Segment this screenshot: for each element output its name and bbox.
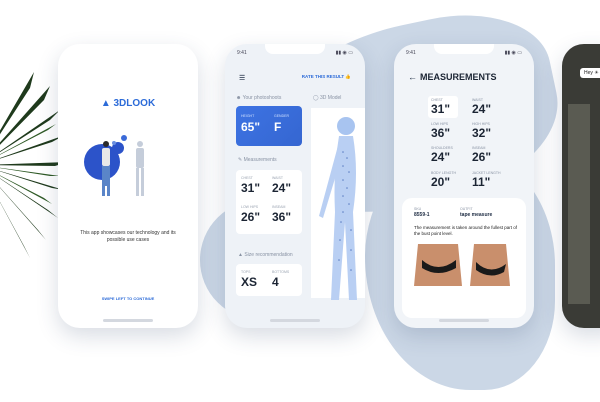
- intro-description: This app showcases our technology and it…: [80, 230, 176, 243]
- ruler-icon: ✎: [238, 157, 243, 163]
- greeting-bubble: Hey ☀: [580, 68, 600, 78]
- size-recommendation-label: ▲ Size recommendation: [238, 252, 293, 258]
- menu-icon[interactable]: ☰: [239, 74, 245, 82]
- 3d-body-model: [319, 117, 357, 300]
- home-indicator: [270, 319, 320, 322]
- phone-notch: [98, 44, 158, 54]
- signal-battery-icon: ▮▮ ◉ ▭: [504, 50, 522, 56]
- bust-measurement-photos: [414, 244, 510, 286]
- photoshoots-label: ☻ Your photoshoots: [236, 95, 282, 101]
- thumbs-up-icon: 👍: [345, 74, 351, 79]
- page-title: MEASUREMENTS: [420, 72, 497, 82]
- home-indicator: [103, 319, 153, 322]
- swipe-hint[interactable]: SWIPE LEFT TO CONTINUE: [58, 296, 198, 301]
- logo-icon: ▲: [100, 98, 111, 109]
- phone-camera-screen: Hey ☀: [562, 44, 600, 328]
- size-card[interactable]: TOPS XS BOTTOMS 4: [236, 264, 302, 296]
- signal-battery-icon: ▮▮ ◉ ▭: [335, 50, 353, 56]
- home-indicator: [439, 319, 489, 322]
- rate-result-button[interactable]: RATE THIS RESULT 👍: [302, 74, 351, 80]
- status-bar: 9:41 ▮▮ ◉ ▭: [237, 50, 353, 56]
- back-arrow-icon[interactable]: ←: [408, 72, 417, 82]
- measurements-card[interactable]: CHEST 31" WAIST 24" LOW HIPS 26" INSEAM …: [236, 170, 302, 234]
- height-gender-card[interactable]: HEIGHT 65" GENDER F: [236, 106, 302, 146]
- measurements-label: ✎ Measurements: [238, 157, 277, 163]
- user-icon: ☻: [236, 95, 242, 101]
- 3d-model-label: ◯ 3D Model: [313, 95, 342, 101]
- camera-view: [568, 104, 590, 304]
- illustration-people: [84, 135, 144, 196]
- status-bar: 9:41 ▮▮ ◉ ▭: [406, 50, 522, 56]
- hanger-icon: ▲: [238, 252, 243, 258]
- brand-logo: ▲ 3DLOOK: [100, 98, 156, 109]
- measurement-note: The measurement is taken around the full…: [414, 225, 518, 236]
- wave-emoji-icon: ☀: [594, 70, 599, 76]
- cube-icon: ◯: [313, 95, 319, 101]
